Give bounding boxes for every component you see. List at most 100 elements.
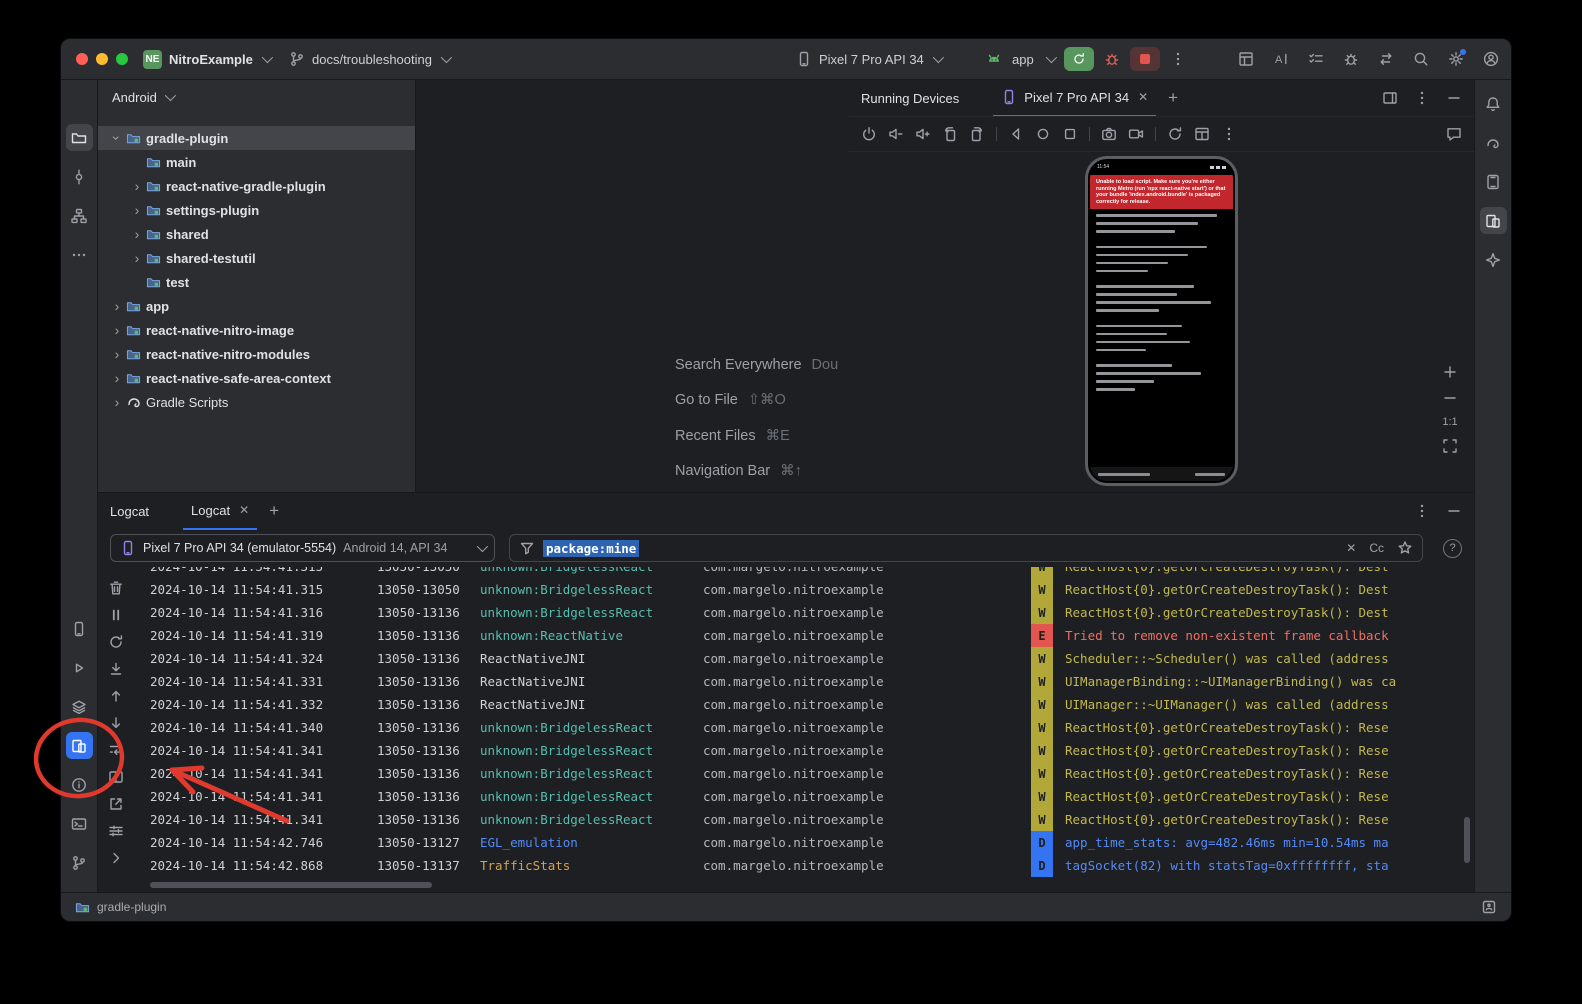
ai-actions-icon[interactable]: A bbox=[1273, 51, 1289, 67]
logcat-output[interactable]: 2024-10-14 11:54:41.31513050-13050unknow… bbox=[134, 567, 1474, 892]
search-everywhere-icon[interactable] bbox=[1413, 51, 1429, 67]
tree-item-gradle-plugin[interactable]: ›gradle-plugin bbox=[98, 126, 415, 150]
tree-item-shared-testutil[interactable]: ›shared-testutil bbox=[98, 246, 415, 270]
zoom-reset-label[interactable]: 1:1 bbox=[1442, 416, 1457, 428]
chevron-right-icon[interactable]: › bbox=[108, 298, 126, 314]
chevron-down-icon[interactable]: › bbox=[109, 129, 125, 147]
hide-panel-icon[interactable] bbox=[1446, 90, 1462, 106]
match-case-toggle[interactable]: Cc bbox=[1369, 541, 1384, 555]
log-row[interactable]: 2024-10-14 11:54:41.31513050-13050unknow… bbox=[134, 578, 1474, 601]
branch-widget[interactable]: docs/troubleshooting bbox=[289, 39, 449, 79]
snapshot-icon[interactable] bbox=[1167, 126, 1183, 142]
help-icon[interactable]: ? bbox=[1443, 539, 1462, 558]
home-icon[interactable] bbox=[1035, 126, 1051, 142]
log-row[interactable]: 2024-10-14 11:54:41.31513050-13050unknow… bbox=[134, 567, 1474, 578]
layout-options-icon[interactable] bbox=[1382, 90, 1398, 106]
device-manager-icon[interactable] bbox=[1480, 168, 1507, 195]
rotate-right-icon[interactable] bbox=[969, 126, 985, 142]
log-row[interactable]: 2024-10-14 11:54:41.34113050-13136unknow… bbox=[134, 762, 1474, 785]
zoom-in-icon[interactable] bbox=[1442, 364, 1458, 380]
project-widget[interactable]: NE NitroExample bbox=[143, 39, 270, 79]
volume-up-icon[interactable] bbox=[915, 126, 931, 142]
log-row[interactable]: 2024-10-14 11:54:41.31913050-13136unknow… bbox=[134, 624, 1474, 647]
logcat-icon[interactable] bbox=[66, 732, 93, 759]
stop-button[interactable] bbox=[1130, 47, 1160, 71]
run-config-label[interactable]: app bbox=[1012, 52, 1034, 67]
add-device-tab-icon[interactable]: + bbox=[1168, 88, 1178, 108]
debug-button[interactable] bbox=[1104, 51, 1120, 67]
gemini-icon[interactable] bbox=[1480, 246, 1507, 273]
favorite-filter-icon[interactable] bbox=[1397, 540, 1413, 556]
running-devices-icon[interactable] bbox=[1480, 207, 1507, 234]
commit-icon[interactable] bbox=[66, 163, 93, 190]
soft-wrap-icon[interactable] bbox=[107, 741, 125, 759]
project-icon[interactable] bbox=[66, 124, 93, 151]
zoom-fit-icon[interactable] bbox=[1442, 438, 1458, 454]
next-occurrence-icon[interactable] bbox=[107, 714, 125, 732]
sync-icon[interactable] bbox=[1378, 51, 1394, 67]
logcat-filter-field[interactable]: package:mine ✕ Cc bbox=[509, 534, 1423, 562]
tree-item-settings-plugin[interactable]: ›settings-plugin bbox=[98, 198, 415, 222]
run-icon[interactable] bbox=[66, 654, 93, 681]
log-row[interactable]: 2024-10-14 11:54:42.74613050-13127EGL_em… bbox=[134, 831, 1474, 854]
close-tab-icon[interactable]: ✕ bbox=[1138, 90, 1148, 104]
pause-logcat-icon[interactable] bbox=[107, 606, 125, 624]
expand-icon[interactable] bbox=[107, 849, 125, 867]
log-row[interactable]: 2024-10-14 11:54:41.34113050-13136unknow… bbox=[134, 785, 1474, 808]
split-panel-icon[interactable] bbox=[107, 768, 125, 786]
run-button[interactable] bbox=[1064, 47, 1094, 71]
profiler-icon[interactable] bbox=[1343, 51, 1359, 67]
more-options-icon[interactable] bbox=[1414, 503, 1430, 519]
chevron-right-icon[interactable]: › bbox=[128, 250, 146, 266]
clear-logcat-icon[interactable] bbox=[107, 579, 125, 597]
display-mode-icon[interactable] bbox=[1194, 126, 1210, 142]
project-view-mode[interactable]: Android bbox=[112, 90, 157, 105]
back-icon[interactable] bbox=[1008, 126, 1024, 142]
problems-icon[interactable] bbox=[66, 771, 93, 798]
clear-filter-icon[interactable]: ✕ bbox=[1346, 541, 1356, 555]
notifications-icon[interactable] bbox=[1480, 90, 1507, 117]
logcat-device-selector[interactable]: Pixel 7 Pro API 34 (emulator-5554) Andro… bbox=[110, 534, 495, 562]
rotate-left-icon[interactable] bbox=[942, 126, 958, 142]
chevron-right-icon[interactable]: › bbox=[128, 178, 146, 194]
logcat-settings-icon[interactable] bbox=[107, 822, 125, 840]
hide-panel-icon[interactable] bbox=[1446, 503, 1462, 519]
log-row[interactable]: 2024-10-14 11:54:41.32413050-13136ReactN… bbox=[134, 647, 1474, 670]
scroll-to-end-icon[interactable] bbox=[107, 660, 125, 678]
record-icon[interactable] bbox=[1128, 126, 1144, 142]
log-row[interactable]: 2024-10-14 11:54:41.33113050-13136ReactN… bbox=[134, 670, 1474, 693]
close-tab-icon[interactable]: ✕ bbox=[239, 503, 249, 517]
restart-logcat-icon[interactable] bbox=[107, 633, 125, 651]
device-selector[interactable]: Pixel 7 Pro API 34 bbox=[796, 39, 941, 79]
screenshot-icon[interactable] bbox=[1101, 126, 1117, 142]
add-logcat-tab-icon[interactable]: + bbox=[269, 501, 279, 521]
tree-item-Gradle Scripts[interactable]: ›Gradle Scripts bbox=[98, 390, 415, 414]
statusbar-widget-icon[interactable] bbox=[1481, 899, 1497, 915]
emulator-screen[interactable]: 11:54 Unable to load script. Make sure y… bbox=[1085, 156, 1238, 486]
chevron-right-icon[interactable]: › bbox=[108, 370, 126, 386]
chevron-right-icon[interactable]: › bbox=[108, 394, 126, 410]
tree-item-test[interactable]: test bbox=[98, 270, 415, 294]
account-icon[interactable] bbox=[1483, 51, 1499, 67]
settings-icon[interactable] bbox=[1448, 51, 1464, 67]
zoom-out-icon[interactable] bbox=[1442, 390, 1458, 406]
tree-item-react-native-gradle-plugin[interactable]: ›react-native-gradle-plugin bbox=[98, 174, 415, 198]
previous-occurrence-icon[interactable] bbox=[107, 687, 125, 705]
close-button[interactable] bbox=[76, 53, 88, 65]
tree-item-react-native-nitro-modules[interactable]: ›react-native-nitro-modules bbox=[98, 342, 415, 366]
tree-item-app[interactable]: ›app bbox=[98, 294, 415, 318]
tree-item-shared[interactable]: ›shared bbox=[98, 222, 415, 246]
chevron-right-icon[interactable]: › bbox=[108, 346, 126, 362]
editor-area[interactable]: Search EverywhereDouGo to File⇧⌘ORecent … bbox=[416, 80, 849, 492]
volume-down-icon[interactable] bbox=[888, 126, 904, 142]
log-row[interactable]: 2024-10-14 11:54:42.86813050-13137Traffi… bbox=[134, 854, 1474, 877]
log-row[interactable]: 2024-10-14 11:54:41.34113050-13136unknow… bbox=[134, 808, 1474, 831]
device-tab[interactable]: Pixel 7 Pro API 34 ✕ bbox=[993, 79, 1156, 117]
feedback-icon[interactable] bbox=[1446, 126, 1462, 142]
logcat-tab[interactable]: Logcat ✕ bbox=[183, 492, 257, 530]
tree-item-react-native-nitro-image[interactable]: ›react-native-nitro-image bbox=[98, 318, 415, 342]
overview-icon[interactable] bbox=[1062, 126, 1078, 142]
zoom-button[interactable] bbox=[116, 53, 128, 65]
log-row[interactable]: 2024-10-14 11:54:41.34113050-13136unknow… bbox=[134, 739, 1474, 762]
minimize-button[interactable] bbox=[96, 53, 108, 65]
